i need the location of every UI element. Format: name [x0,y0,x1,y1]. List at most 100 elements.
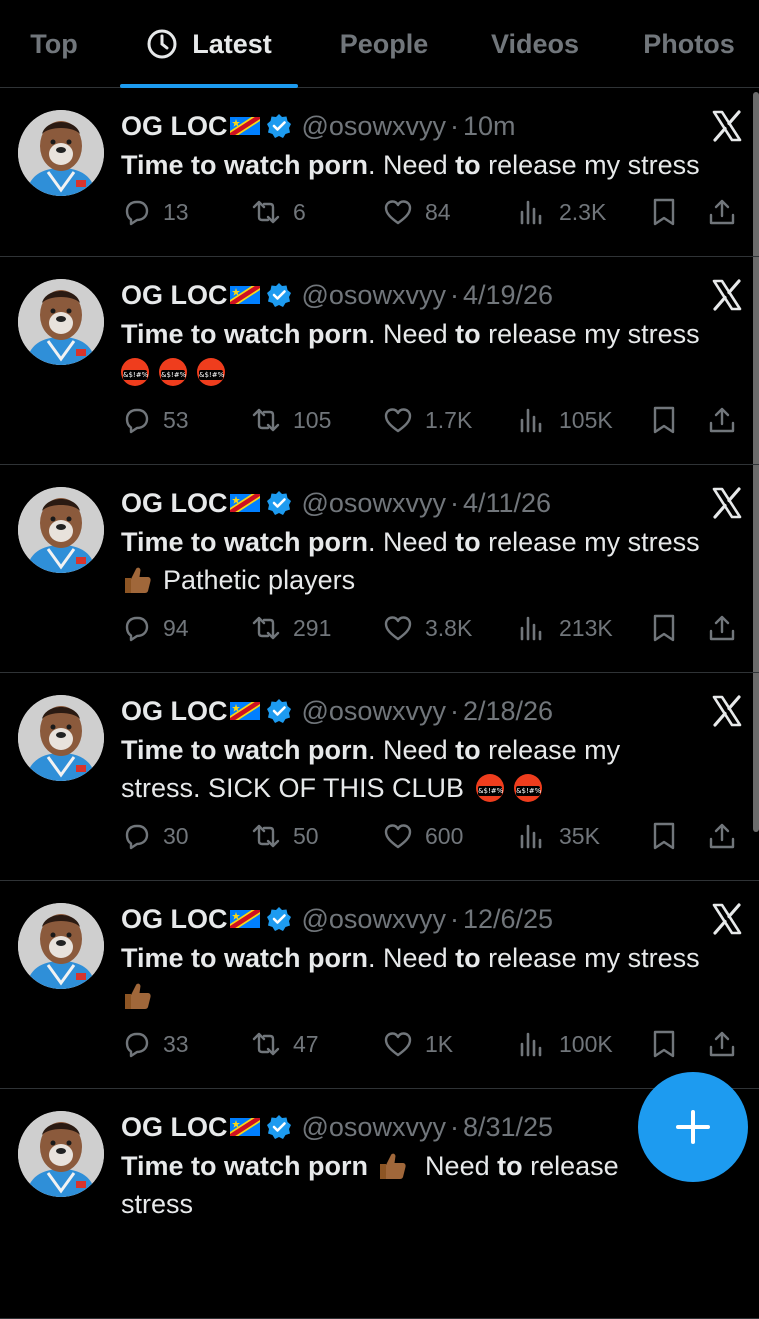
tweet[interactable]: OG LOC @osowxvyy · 4/11/26 Time to watch… [0,465,759,673]
likes-count: 3.8K [425,614,473,641]
timestamp[interactable]: 12/6/25 [463,904,553,935]
dr-congo-flag-icon [229,286,260,304]
reply-icon [125,408,149,434]
like-button[interactable]: 3.8K [383,613,472,643]
text-segment: . Need [368,150,456,180]
repost-button[interactable]: 291 [251,613,331,643]
repost-button[interactable]: 47 [251,1029,319,1059]
timestamp[interactable]: 4/19/26 [463,280,553,311]
reply-button[interactable]: 94 [121,613,189,643]
repost-button[interactable]: 105 [251,405,331,435]
reply-button[interactable]: 33 [121,1029,189,1059]
username-handle[interactable]: @osowxvyy [302,111,446,142]
tab-videos[interactable]: Videos [470,0,600,88]
username-handle[interactable]: @osowxvyy [302,280,446,311]
share-button[interactable] [707,821,749,851]
verified-badge-icon [266,699,291,723]
avatar[interactable] [18,110,104,196]
bookmark-button[interactable] [649,405,691,435]
text-segment: release my stress [480,319,700,349]
replies-count: 33 [163,1030,189,1057]
separator-dot: · [449,695,459,726]
username-handle[interactable]: @osowxvyy [302,1112,446,1143]
tweet[interactable]: OG LOC @osowxvyy · 4/19/26 Time to watch… [0,257,759,465]
repost-button[interactable]: 6 [251,197,306,227]
text-segment: . Need [368,735,456,765]
tab-latest[interactable]: Latest [120,0,298,88]
text-segment: Pathetic players [163,565,356,595]
display-name[interactable]: OG LOC [121,696,228,727]
tab-top[interactable]: Top [0,0,108,88]
plus-icon [676,1110,710,1144]
avatar[interactable] [18,695,104,781]
timestamp[interactable]: 10m [463,111,516,142]
compose-button[interactable] [638,1072,748,1182]
share-icon [709,1031,735,1057]
reply-button[interactable]: 13 [121,197,189,227]
display-name[interactable]: OG LOC [121,111,228,142]
text-segment: stress. SICK OF THIS CLUB [121,773,465,803]
views-count: 213K [559,614,613,641]
x-logo-icon [712,279,742,311]
reply-button[interactable]: 53 [121,405,189,435]
bookmark-button[interactable] [649,613,691,643]
like-button[interactable]: 1K [383,1029,453,1059]
share-button[interactable] [707,405,749,435]
text-bold-phrase: Time to watch porn [121,735,369,765]
tweet-text-line: stress [121,1185,741,1223]
share-button[interactable] [707,197,749,227]
display-name[interactable]: OG LOC [121,904,228,935]
tweet-body: OG LOC @osowxvyy · 10m Time to watch por… [121,108,749,184]
avatar[interactable] [18,1111,104,1197]
tweet[interactable]: OG LOC @osowxvyy · 12/6/25 Time to watch… [0,881,759,1089]
views-button[interactable]: 105K [517,405,613,435]
dr-congo-flag-icon [229,1118,260,1136]
display-name[interactable]: OG LOC [121,488,228,519]
text-segment: release [522,1151,619,1181]
separator-dot: · [449,487,459,518]
share-button[interactable] [707,613,749,643]
views-chart-icon [520,824,542,849]
bookmark-button[interactable] [649,1029,691,1059]
bookmark-button[interactable] [649,821,691,851]
like-button[interactable]: 84 [383,197,451,227]
username-handle[interactable]: @osowxvyy [302,904,446,935]
username-handle[interactable]: @osowxvyy [302,488,446,519]
share-icon [709,615,735,641]
like-button[interactable]: 1.7K [383,405,472,435]
tweet[interactable]: OG LOC @osowxvyy · 2/18/26 Time to watch… [0,673,759,881]
tab-photos[interactable]: Photos [620,0,758,88]
timestamp[interactable]: 2/18/26 [463,696,553,727]
username-handle[interactable]: @osowxvyy [302,696,446,727]
share-icon [709,823,735,849]
views-chart-icon [520,616,542,641]
repost-button[interactable]: 50 [251,821,319,851]
reply-button[interactable]: 30 [121,821,189,851]
display-name[interactable]: OG LOC [121,1112,228,1143]
avatar[interactable] [18,903,104,989]
text-segment: release my stress [480,527,700,557]
views-button[interactable]: 100K [517,1029,613,1059]
avatar[interactable] [18,279,104,365]
bookmark-icon [653,822,675,850]
tab-people[interactable]: People [318,0,450,88]
text-bold-phrase: Time to watch porn [121,1151,369,1181]
heart-icon [384,408,412,433]
reposts-count: 105 [293,406,332,433]
tweet-header: OG LOC @osowxvyy · 12/6/25 [121,901,749,937]
replies-count: 53 [163,406,189,433]
tweet[interactable]: OG LOC @osowxvyy · 10m Time to watch por… [0,88,759,257]
x-logo-icon [712,695,742,727]
like-button[interactable]: 600 [383,821,463,851]
text-bold-phrase: Time to watch porn [121,943,369,973]
display-name[interactable]: OG LOC [121,280,228,311]
views-button[interactable]: 2.3K [517,197,606,227]
timestamp[interactable]: 4/11/26 [463,488,551,519]
share-button[interactable] [707,1029,749,1059]
avatar[interactable] [18,487,104,573]
views-button[interactable]: 213K [517,613,613,643]
views-button[interactable]: 35K [517,821,600,851]
tweet-header: OG LOC @osowxvyy · 2/18/26 [121,693,749,729]
timestamp[interactable]: 8/31/25 [463,1112,553,1143]
bookmark-button[interactable] [649,197,691,227]
